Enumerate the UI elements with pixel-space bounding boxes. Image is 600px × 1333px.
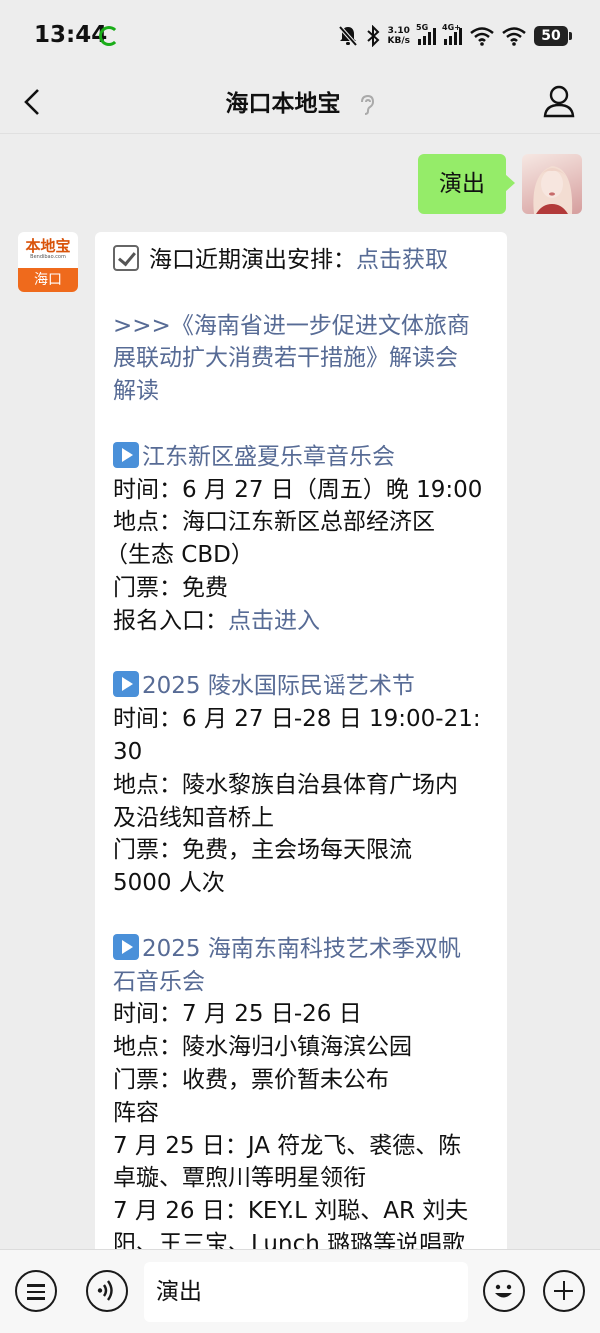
event1-place-line1: 地点：海口江东新区总部经济区 bbox=[113, 509, 435, 536]
event3-day1-line2: 卓璇、覃煦川等明星领衔 bbox=[113, 1165, 366, 1192]
mute-icon bbox=[338, 25, 358, 47]
signal-4g-icon: 4G+ bbox=[442, 23, 462, 45]
get-schedule-link[interactable]: 点击获取 bbox=[356, 247, 448, 273]
event1-place-line2: （生态 CBD） bbox=[105, 542, 254, 569]
voice-icon bbox=[97, 1280, 113, 1301]
ear-icon bbox=[360, 94, 374, 115]
bot-avatar-city: 海口 bbox=[18, 268, 78, 292]
play-icon bbox=[113, 933, 139, 960]
message-input[interactable]: 演出 bbox=[144, 1262, 468, 1322]
intro-link-line1[interactable]: >>>《海南省进一步促进文体旅商 bbox=[113, 310, 491, 343]
event3-day1-line1: 7 月 25 日：JA 符龙飞、裘德、陈 bbox=[113, 1132, 462, 1159]
event2-time-line2: 30 bbox=[113, 738, 143, 765]
event3-day2-line1: 7 月 26 日：KEY.L 刘聪、AR 刘夫 bbox=[113, 1198, 469, 1225]
event3-title-line2[interactable]: 石音乐会 bbox=[113, 966, 491, 999]
checkbox-icon bbox=[113, 245, 139, 271]
intro-link-line2[interactable]: 展联动扩大消费若干措施》解读会 bbox=[113, 342, 491, 375]
bluetooth-icon bbox=[366, 25, 379, 47]
bot-message-bubble: 海口近期演出安排：点击获取 >>>《海南省进一步促进文体旅商 展联动扩大消费若干… bbox=[95, 232, 507, 1272]
status-bar: 13:44 3.10 KB/s 5G 4G+ 50 bbox=[0, 0, 600, 70]
event1-title[interactable]: 江东新区盛夏乐章音乐会 bbox=[113, 441, 491, 474]
more-button[interactable] bbox=[543, 1270, 585, 1312]
signal-5g-icon: 5G bbox=[416, 23, 436, 45]
chat-title-wrap: 海口本地宝 bbox=[0, 84, 600, 118]
menu-button[interactable] bbox=[15, 1270, 57, 1312]
battery-icon: 50 bbox=[534, 26, 572, 46]
event3-ticket: 门票：收费，票价暂未公布 bbox=[113, 1066, 389, 1093]
event1-time: 时间：6 月 27 日（周五）晚 19:00 bbox=[113, 476, 483, 503]
status-time: 13:44 bbox=[34, 22, 108, 48]
profile-icon[interactable] bbox=[542, 84, 576, 118]
event2-ticket-line1: 门票：免费，主会场每天限流 bbox=[113, 837, 412, 864]
event3-place: 地点：陵水海归小镇海滨公园 bbox=[113, 1034, 412, 1061]
event1-ticket: 门票：免费 bbox=[113, 574, 228, 601]
wifi-icon bbox=[470, 27, 494, 46]
wifi-icon-2 bbox=[502, 27, 526, 46]
status-indicators: 3.10 KB/s 5G 4G+ 50 bbox=[338, 23, 572, 48]
user-avatar[interactable] bbox=[522, 154, 582, 214]
intro-link-line3[interactable]: 解读 bbox=[113, 375, 491, 408]
event3-time: 时间：7 月 25 日-26 日 bbox=[113, 1001, 362, 1028]
event1-signup: 报名入口：点击进入 bbox=[113, 607, 320, 634]
user-avatar-image bbox=[533, 166, 573, 214]
signup-link[interactable]: 点击进入 bbox=[228, 608, 320, 634]
event2-title[interactable]: 2025 陵水国际民谣艺术节 bbox=[113, 670, 491, 703]
chat-header: 海口本地宝 bbox=[0, 70, 600, 134]
network-speed: 3.10 KB/s bbox=[387, 26, 410, 46]
event2-place-line1: 地点：陵水黎族自治县体育广场内 bbox=[113, 771, 458, 798]
event3-lineup: 阵容 bbox=[113, 1099, 159, 1126]
emoji-button[interactable] bbox=[483, 1270, 525, 1312]
chat-title: 海口本地宝 bbox=[225, 91, 341, 117]
play-icon bbox=[113, 671, 139, 698]
play-icon bbox=[113, 441, 139, 468]
voice-button[interactable] bbox=[86, 1270, 128, 1312]
user-message-bubble[interactable]: 演出 bbox=[418, 154, 515, 214]
reply-header: 海口近期演出安排：点击获取 bbox=[113, 244, 491, 277]
bot-avatar[interactable]: 本地宝 Bendibao.com 海口 bbox=[18, 232, 78, 292]
bot-avatar-logo: 本地宝 Bendibao.com bbox=[25, 237, 71, 260]
event3-title-line1[interactable]: 2025 海南东南科技艺术季双帆 bbox=[113, 933, 491, 966]
sync-icon bbox=[99, 26, 119, 46]
event2-time-line1: 时间：6 月 27 日-28 日 19:00-21: bbox=[113, 706, 481, 733]
input-bar: 演出 bbox=[0, 1249, 600, 1333]
event2-ticket-line2: 5000 人次 bbox=[113, 870, 225, 897]
emoji-icon bbox=[495, 1284, 512, 1298]
event2-place-line2: 及沿线知音桥上 bbox=[113, 804, 274, 831]
